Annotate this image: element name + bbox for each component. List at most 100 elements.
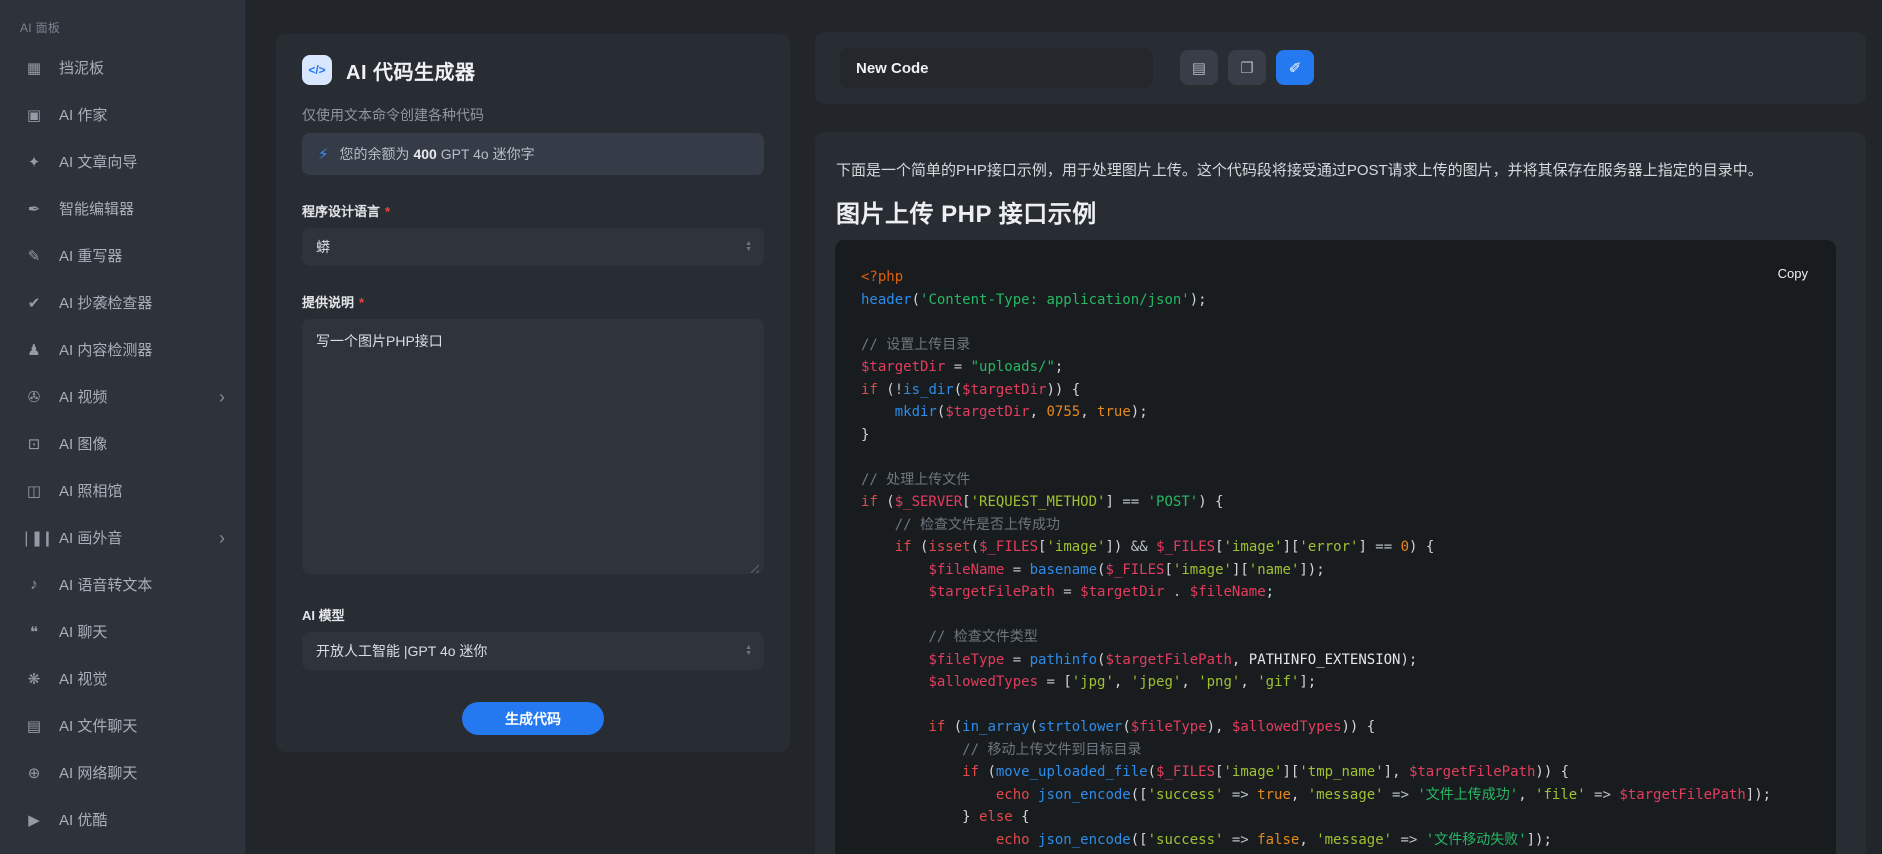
sidebar-item-ai-chat[interactable]: ❝ AI 聊天 <box>0 608 245 655</box>
bolt-icon: ⚡ <box>318 145 329 163</box>
sidebar-item-ai-video[interactable]: ✇ AI 视频 › <box>0 373 245 420</box>
balance-amount: 400 <box>413 146 436 162</box>
balance-banner: ⚡ 您的余额为 400 GPT 4o 迷你字 <box>302 133 764 175</box>
code-line: // 设置上传目录 <box>861 334 1810 357</box>
sidebar-item-label: AI 文件聊天 <box>59 715 137 736</box>
code-line: } else { <box>861 806 1810 829</box>
chevron-right-icon: › <box>219 388 225 406</box>
globe-icon: ⊕ <box>20 764 46 782</box>
code-line: $fileName = basename($_FILES['image']['n… <box>861 559 1810 582</box>
waveform-icon: ❘❚❙ <box>20 529 46 547</box>
chat-bubble-icon: ❝ <box>20 623 46 641</box>
code-line: echo json_encode(['success' => false, 'm… <box>861 829 1810 852</box>
code-line: $allowedTypes = ['jpg', 'jpeg', 'png', '… <box>861 671 1810 694</box>
instructions-textarea[interactable]: 写一个图片PHP接口 <box>302 319 764 574</box>
code-line: // 检查文件是否上传成功 <box>861 514 1810 537</box>
brain-icon: ❋ <box>20 670 46 688</box>
code-line <box>861 604 1810 627</box>
code-line: if (in_array(strtolower($fileType), $all… <box>861 716 1810 739</box>
code-line: echo json_encode(['success' => true, 'me… <box>861 784 1810 807</box>
sidebar-item-ai-plagiarism-checker[interactable]: ✔ AI 抄袭检查器 <box>0 279 245 326</box>
sidebar-item-label: 挡泥板 <box>59 57 104 78</box>
sidebar-item-ai-content-detector[interactable]: ♟ AI 内容检测器 <box>0 326 245 373</box>
video-camera-icon: ✇ <box>20 388 46 406</box>
result-intro: 下面是一个简单的PHP接口示例，用于处理图片上传。这个代码段将接受通过POST请… <box>836 160 1845 182</box>
sidebar-item-ai-speech-to-text[interactable]: ♪ AI 语音转文本 <box>0 561 245 608</box>
folder-icon: ▤ <box>20 717 46 735</box>
sidebar-item-ai-voiceover[interactable]: ❘❚❙ AI 画外音 › <box>0 514 245 561</box>
model-label: AI 模型 <box>302 605 764 624</box>
result-heading: 图片上传 PHP 接口示例 <box>836 194 1845 229</box>
code-line: // 检查文件类型 <box>861 626 1810 649</box>
image-scan-icon: ⊡ <box>20 435 46 453</box>
sidebar-item-ai-rss[interactable]: ◉ AI RSS <box>0 843 245 854</box>
code-line <box>861 311 1810 334</box>
sidebar-item-label: AI 视觉 <box>59 668 107 689</box>
language-label-text: 程序设计语言 <box>302 204 380 219</box>
generate-button-row: 生成代码 <box>302 702 764 735</box>
chevron-right-icon: › <box>219 529 225 547</box>
sidebar-nav: ▦ 挡泥板 ▣ AI 作家 ✦ AI 文章向导 ✒ 智能编辑器 ✎ AI 重写器… <box>0 44 245 854</box>
sidebar-item-label: AI 重写器 <box>59 245 122 266</box>
page-subtitle: 仅使用文本命令创建各种代码 <box>302 105 764 125</box>
sidebar-item-label: AI 网络聊天 <box>59 762 137 783</box>
code-line: $targetFilePath = $targetDir . $fileName… <box>861 581 1810 604</box>
sidebar-item-label: AI 画外音 <box>59 527 122 548</box>
sparkles-icon: ✦ <box>20 153 46 171</box>
sidebar-item-smart-editor[interactable]: ✒ 智能编辑器 <box>0 185 245 232</box>
sidebar-item-ai-file-chat[interactable]: ▤ AI 文件聊天 <box>0 702 245 749</box>
select-arrows-icon: ▲▼ <box>745 241 752 253</box>
shield-check-icon: ✔ <box>20 294 46 312</box>
sidebar-item-dashboard[interactable]: ▦ 挡泥板 <box>0 44 245 91</box>
sidebar: AI 面板 ▦ 挡泥板 ▣ AI 作家 ✦ AI 文章向导 ✒ 智能编辑器 ✎ … <box>0 0 246 854</box>
code-line: if (!is_dir($targetDir)) { <box>861 379 1810 402</box>
save-button[interactable]: ✐ <box>1276 50 1314 85</box>
sidebar-item-ai-image[interactable]: ⊡ AI 图像 <box>0 420 245 467</box>
document-button[interactable]: ▤ <box>1180 50 1218 85</box>
document-title-input[interactable] <box>840 48 1153 88</box>
sidebar-item-ai-web-chat[interactable]: ⊕ AI 网络聊天 <box>0 749 245 796</box>
required-asterisk: * <box>385 204 390 219</box>
code-line: <?php <box>861 266 1810 289</box>
copy-code-button[interactable]: Copy <box>1778 266 1808 281</box>
model-select[interactable]: 开放人工智能 |GPT 4o 迷你 ▲▼ <box>302 632 764 670</box>
code-content: <?phpheader('Content-Type: application/j… <box>861 266 1810 854</box>
balance-text: 您的余额为 400 GPT 4o 迷你字 <box>340 144 535 164</box>
sidebar-item-label: AI 作家 <box>59 104 107 125</box>
sidebar-item-label: AI 视频 <box>59 386 107 407</box>
code-line: $fileType = pathinfo($targetFilePath, PA… <box>861 649 1810 672</box>
youtube-icon: ▶ <box>20 811 46 829</box>
code-line: mkdir($targetDir, 0755, true); <box>861 401 1810 424</box>
duplicate-button[interactable]: ❐ <box>1228 50 1266 85</box>
sidebar-item-label: AI 优酷 <box>59 809 107 830</box>
sidebar-item-ai-rewriter[interactable]: ✎ AI 重写器 <box>0 232 245 279</box>
sidebar-item-ai-photo-studio[interactable]: ◫ AI 照相馆 <box>0 467 245 514</box>
sidebar-item-label: 智能编辑器 <box>59 198 134 219</box>
language-label: 程序设计语言 * <box>302 201 764 220</box>
instructions-label: 提供说明* <box>302 292 764 311</box>
sidebar-item-ai-vision[interactable]: ❋ AI 视觉 <box>0 655 245 702</box>
code-line: header('Content-Type: application/json')… <box>861 289 1810 312</box>
sidebar-item-label: AI 聊天 <box>59 621 107 642</box>
sidebar-item-label: AI 抄袭检查器 <box>59 292 152 313</box>
code-line: if (isset($_FILES['image']) && $_FILES['… <box>861 536 1810 559</box>
pencil-icon: ✎ <box>20 247 46 265</box>
code-generator-icon: </> <box>302 55 332 85</box>
sidebar-item-ai-writer[interactable]: ▣ AI 作家 <box>0 91 245 138</box>
generate-code-button[interactable]: 生成代码 <box>462 702 604 735</box>
sidebar-item-ai-article-wizard[interactable]: ✦ AI 文章向导 <box>0 138 245 185</box>
feather-icon: ✒ <box>20 200 46 218</box>
model-label-text: AI 模型 <box>302 608 345 623</box>
page-title: AI 代码生成器 <box>346 56 476 85</box>
language-select[interactable]: 蟒 ▲▼ <box>302 228 764 266</box>
sidebar-section-label: AI 面板 <box>20 19 60 36</box>
generator-header: </> AI 代码生成器 <box>302 55 764 85</box>
result-panel: 下面是一个简单的PHP接口示例，用于处理图片上传。这个代码段将接受通过POST请… <box>815 132 1866 854</box>
arrow-down-icon: ▼ <box>745 651 752 657</box>
sidebar-item-ai-youtube[interactable]: ▶ AI 优酷 <box>0 796 245 843</box>
sidebar-item-label: AI 照相馆 <box>59 480 122 501</box>
balance-suffix: GPT 4o 迷你字 <box>441 146 535 162</box>
code-line: // 处理上传文件 <box>861 469 1810 492</box>
code-line: if ($_SERVER['REQUEST_METHOD'] == 'POST'… <box>861 491 1810 514</box>
code-line: $targetDir = "uploads/"; <box>861 356 1810 379</box>
